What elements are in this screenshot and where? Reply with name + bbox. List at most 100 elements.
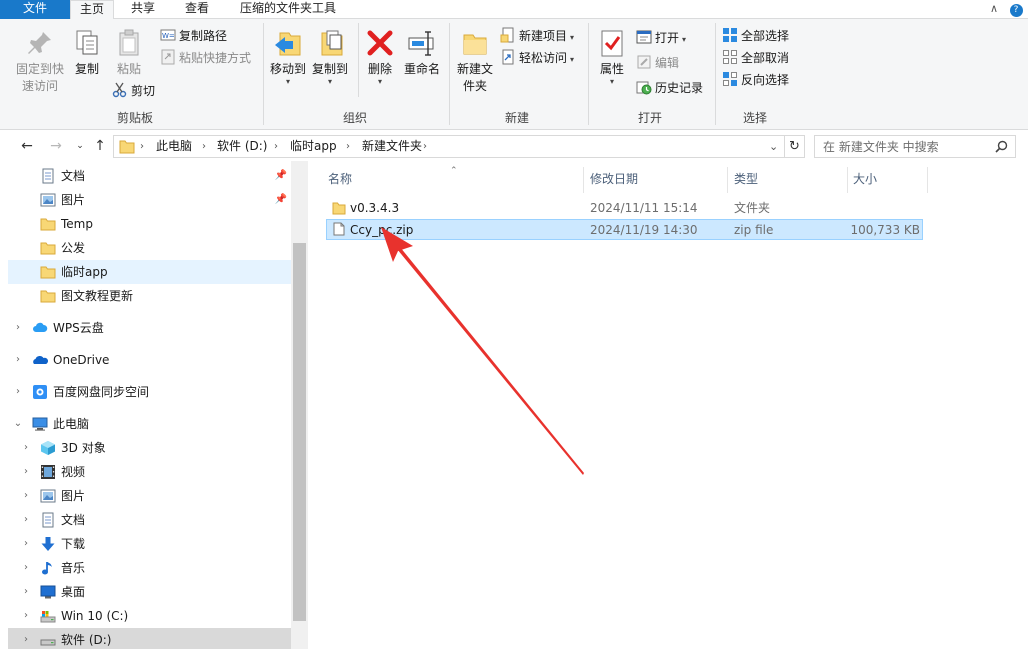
help-icon[interactable]: ? [1006,0,1026,19]
move-to-button[interactable]: 移动到 ▾ [268,27,308,86]
nav-item-pictures-pc[interactable]: › 图片 [8,484,291,508]
history-button[interactable]: 历史记录 [636,78,703,98]
breadcrumb-drive-d[interactable]: 软件 (D:) [217,136,267,157]
copy-button[interactable]: 复制 [70,27,104,78]
address-dropdown-chevron-icon[interactable]: ⌄ [769,136,778,157]
recent-locations-chevron-icon[interactable]: ⌄ [70,135,90,157]
tab-share[interactable]: 共享 [118,0,168,19]
file-row[interactable]: v0.3.4.3 2024/11/11 15:14 文件夹 [326,198,923,219]
column-header-name[interactable]: 名称 ⌃ [328,166,583,193]
invert-selection-button[interactable]: 反向选择 [722,70,789,90]
nav-item-temp[interactable]: Temp [8,212,291,236]
select-all-button[interactable]: 全部选择 [722,26,789,46]
column-divider[interactable] [927,167,928,193]
nav-item-desktop[interactable]: › 桌面 [8,580,291,604]
expand-chevron-icon[interactable]: › [20,628,32,649]
breadcrumb-separator-icon[interactable]: › [423,136,427,157]
column-divider[interactable] [583,167,584,193]
breadcrumb-new-folder[interactable]: 新建文件夹 [362,136,422,157]
nav-item-pictures[interactable]: 图片 📌 [8,188,291,212]
expand-chevron-icon[interactable]: › [12,348,24,372]
nav-item-wps-cloud[interactable]: › WPS云盘 [8,316,291,340]
tab-compressed-folder-tools[interactable]: 压缩的文件夹工具 [226,0,350,19]
scrollbar-thumb[interactable] [293,243,306,621]
up-arrow-icon[interactable]: ↑ [90,135,110,157]
expand-chevron-icon[interactable]: › [20,460,32,484]
search-input[interactable] [823,138,991,155]
select-none-button[interactable]: 全部取消 [722,48,789,68]
expand-chevron-icon[interactable]: › [20,532,32,556]
expand-chevron-icon[interactable]: › [12,316,24,340]
nav-item-baidu-netdisk[interactable]: › 百度网盘同步空间 [8,380,291,404]
edit-button[interactable]: 编辑 [636,53,679,73]
address-bar[interactable]: › 此电脑 › 软件 (D:) › 临时app › 新建文件夹 › ⌄ [113,135,785,158]
expand-chevron-icon[interactable]: › [20,508,32,532]
organize-group-label: 组织 [342,111,367,125]
expand-chevron-icon[interactable]: › [20,484,32,508]
column-divider[interactable] [847,167,848,193]
collapse-chevron-icon[interactable]: ⌄ [12,412,24,436]
ribbon: 固定到快速访问 复制 粘贴 W= 复制路径 粘贴快捷方式 剪切 剪贴板 移动到 ▾ … [0,19,1028,130]
refresh-icon[interactable]: ↻ [785,135,805,158]
nav-item-gongfa[interactable]: 公发 [8,236,291,260]
cut-button[interactable]: 剪切 [112,81,155,101]
pin-to-quick-access-button[interactable]: 固定到快速访问 [12,27,68,95]
open-icon [636,30,652,44]
new-folder-button[interactable]: 新建文件夹 [455,27,495,95]
pin-icon[interactable]: 📌 [275,188,287,212]
breadcrumb-separator-icon[interactable]: › [346,136,350,157]
search-box[interactable] [814,135,1016,158]
tab-home[interactable]: 主页 [70,0,114,20]
nav-item-downloads[interactable]: › 下载 [8,532,291,556]
nav-item-temp-app[interactable]: 临时app [8,260,291,284]
breadcrumb-temp-app[interactable]: 临时app [290,136,337,157]
nav-item-drive-c[interactable]: › Win 10 (C:) [8,604,291,628]
paste-shortcut-button[interactable]: 粘贴快捷方式 [160,48,251,68]
breadcrumb-this-pc[interactable]: 此电脑 [156,136,192,157]
breadcrumb-separator-icon[interactable]: › [274,136,278,157]
nav-item-videos[interactable]: › 视频 [8,460,291,484]
column-header-type[interactable]: 类型 [734,169,844,193]
folder-icon [40,218,56,231]
file-name: Ccy_pc.zip [350,223,414,237]
nav-item-this-pc[interactable]: ⌄ 此电脑 [8,412,291,436]
forward-arrow-icon[interactable]: → [46,135,66,157]
open-button[interactable]: 打开 ▾ [636,28,686,48]
rename-button[interactable]: 重命名 [402,27,442,78]
copy-to-button[interactable]: 复制到 ▾ [310,27,350,86]
nav-item-3d-objects[interactable]: › 3D 对象 [8,436,291,460]
delete-button[interactable]: 删除 ▾ [364,27,396,86]
easy-access-button[interactable]: 轻松访问 ▾ [500,48,574,68]
nav-pane-scrollbar[interactable] [291,161,308,649]
column-header-size[interactable]: 大小 [853,169,923,193]
file-row[interactable]: Ccy_pc.zip 2024/11/19 14:30 zip file 100… [326,219,923,240]
file-type: zip file [734,223,774,237]
nav-item-documents[interactable]: 文档 📌 [8,164,291,188]
paste-button[interactable]: 粘贴 [112,27,146,78]
nav-item-drive-d[interactable]: › 软件 (D:) [8,628,291,649]
breadcrumb-separator-icon[interactable]: › [202,136,206,157]
properties-button[interactable]: 属性 ▾ [594,27,630,86]
ribbon-separator [358,23,359,97]
expand-chevron-icon[interactable]: › [12,380,24,404]
column-divider[interactable] [727,167,728,193]
new-item-button[interactable]: 新建项目 ▾ [500,26,574,46]
copy-path-button[interactable]: W= 复制路径 [160,26,227,46]
pin-icon[interactable]: 📌 [275,164,287,188]
nav-item-tutorial-updates[interactable]: 图文教程更新 [8,284,291,308]
expand-chevron-icon[interactable]: › [20,604,32,628]
breadcrumb-separator-icon[interactable]: › [140,136,144,157]
expand-chevron-icon[interactable]: › [20,556,32,580]
collapse-ribbon-icon[interactable]: ∧ [984,0,1004,19]
open-group-label: 打开 [637,111,662,125]
nav-item-music[interactable]: › 音乐 [8,556,291,580]
expand-chevron-icon[interactable]: › [20,436,32,460]
search-icon[interactable] [995,140,1008,153]
column-header-modified[interactable]: 修改日期 [590,169,725,193]
back-arrow-icon[interactable]: ← [17,135,37,157]
expand-chevron-icon[interactable]: › [20,580,32,604]
nav-item-onedrive[interactable]: › OneDrive [8,348,291,372]
nav-item-documents-pc[interactable]: › 文档 [8,508,291,532]
tab-file[interactable]: 文件 [0,0,70,19]
tab-view[interactable]: 查看 [172,0,222,19]
